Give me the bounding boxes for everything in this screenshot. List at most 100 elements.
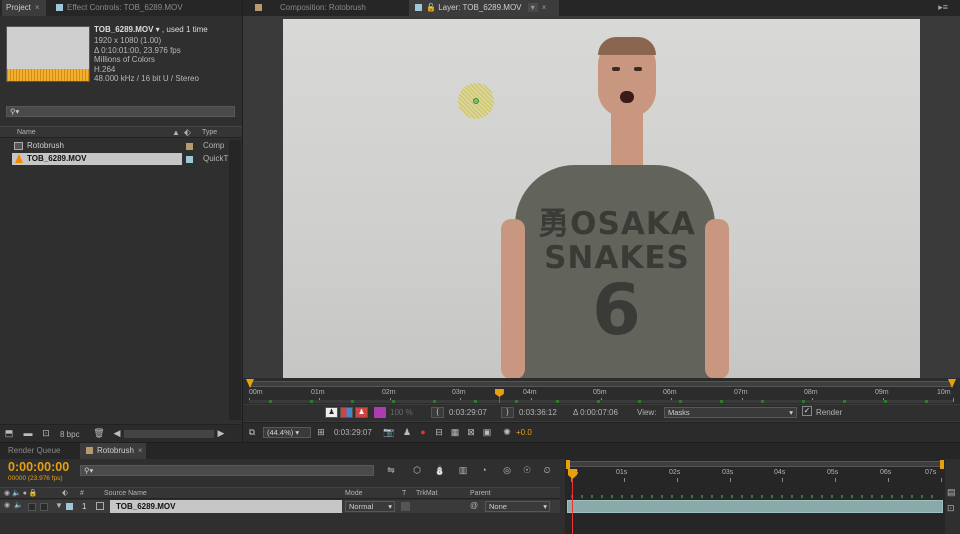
label-tag-icon[interactable]: ⬖ <box>62 488 68 497</box>
solo-toggle[interactable] <box>28 503 36 511</box>
pickwhip-icon[interactable]: @ <box>470 501 478 510</box>
tab-effect-controls[interactable]: Effect Controls: TOB_6289.MOV <box>50 0 230 16</box>
sort-icon[interactable]: ▲ <box>172 128 180 137</box>
resolution-icon[interactable]: ⊟ <box>433 427 445 438</box>
column-t: T <box>402 490 407 497</box>
stopwatch-icon[interactable]: ⏲ <box>540 465 554 476</box>
project-item-rotobrush[interactable]: Rotobrush Comp ⛬ <box>0 140 242 152</box>
in-point-time[interactable]: 0:03:29:07 <box>449 408 487 417</box>
trash-icon[interactable]: 🗑 <box>93 428 105 439</box>
horizontal-scrollbar[interactable] <box>124 430 214 438</box>
overlay-color-swatch[interactable] <box>374 407 386 418</box>
preserve-transparency-toggle[interactable] <box>401 502 410 511</box>
lock-icon[interactable]: 🔓 <box>426 3 436 12</box>
layer-name[interactable]: TOB_6289.MOV <box>110 500 342 513</box>
column-name[interactable]: Name <box>17 129 36 136</box>
safe-zones-icon[interactable]: ⊞ <box>315 427 327 438</box>
close-icon[interactable]: × <box>542 3 547 12</box>
av-features-icons: ◉ 🔈 ● 🔒 <box>4 490 38 497</box>
out-point-time[interactable]: 0:03:36:12 <box>519 408 557 417</box>
audio-speaker-icon[interactable]: 🔈 <box>14 501 23 509</box>
column-source-name[interactable]: Source Name <box>104 490 147 497</box>
tab-layer-tob-6289[interactable]: 🔓 Layer: TOB_6289.MOV ▾ × <box>409 0 559 16</box>
zoom-select[interactable]: (44.4%) ▾ <box>263 427 311 438</box>
layer-duration-bar[interactable] <box>567 500 943 513</box>
toggle-mask-icon[interactable]: ▣ <box>481 427 493 438</box>
show-snapshot-icon[interactable]: ♟ <box>401 427 413 438</box>
alpha-boundary-icon[interactable] <box>340 407 353 418</box>
tab-project[interactable]: Project × <box>2 0 46 16</box>
tab-rotobrush[interactable]: Rotobrush × <box>80 443 146 459</box>
layer-row[interactable]: ◉ 🔈 ▼ 1 TOB_6289.MOV Normal ▾ @ None ▾ <box>0 500 560 513</box>
brainstorm-icon[interactable]: ☉ <box>520 465 534 476</box>
ruler-tick-label: 04s <box>774 469 786 476</box>
label-color-swatch <box>255 4 262 11</box>
project-search-input[interactable]: ⚲▾ <box>6 106 235 117</box>
panel-menu-icon[interactable]: ▸≡ <box>938 2 948 13</box>
view-select[interactable]: Masks ▾ <box>664 407 797 418</box>
new-composition-icon[interactable]: ⊡ <box>40 428 52 439</box>
exposure-icon[interactable]: ✺ <box>501 427 513 438</box>
column-parent[interactable]: Parent <box>470 490 491 497</box>
video-eye-icon[interactable]: ◉ <box>4 501 10 509</box>
tab-composition-rotobrush[interactable]: Composition: Rotobrush <box>249 0 399 16</box>
expand-triangle-icon[interactable]: ▼ <box>55 501 63 510</box>
current-time[interactable]: 0:03:29:07 <box>334 428 372 437</box>
timeline-timecode[interactable]: 0:00:00:00 <box>8 460 69 474</box>
layer-time-ruler[interactable]: 00m 01m 02m 03m 04m 05m 06m 07m 08m 09m 10m <box>243 378 960 404</box>
label-color-swatch[interactable] <box>66 503 73 510</box>
always-preview-icon[interactable]: ⧉ <box>246 427 258 438</box>
comp-work-area-bar[interactable] <box>566 460 944 469</box>
current-time-indicator[interactable] <box>494 389 504 403</box>
motion-blur-icon[interactable]: ◔ <box>477 465 491 476</box>
set-in-point-icon[interactable]: { <box>431 407 444 418</box>
dropdown-icon[interactable]: ▾ <box>156 25 160 34</box>
info-resolution: 1920 x 1080 (1.00) <box>94 36 162 45</box>
hide-shy-layers-icon[interactable]: ⛄ <box>433 465 447 476</box>
set-out-point-icon[interactable]: } <box>501 407 514 418</box>
chevron-down-icon[interactable]: ▾ <box>527 3 538 12</box>
project-item-tob-6289[interactable]: TOB_6289.MOV QuickT <box>0 153 242 165</box>
column-trkmat[interactable]: TrkMat <box>416 490 438 497</box>
close-icon[interactable]: × <box>138 446 143 455</box>
mode-select[interactable]: Normal ▾ <box>345 501 395 512</box>
comp-panel-button-icon[interactable]: ▤ <box>947 487 956 498</box>
channel-rgb-icon[interactable]: ● <box>417 427 429 438</box>
bit-depth-button[interactable]: 8 bpc <box>60 430 80 439</box>
label-tag-icon[interactable]: ⬖ <box>184 127 191 138</box>
tab-render-queue[interactable]: Render Queue <box>4 443 78 459</box>
ruler-tick-mark <box>835 478 836 482</box>
item-name: TOB_6289.MOV <box>27 154 87 163</box>
draft-3d-icon[interactable]: ⬡ <box>410 465 424 476</box>
onion-skin-icon[interactable]: ♟ <box>325 407 338 418</box>
column-mode[interactable]: Mode <box>345 490 363 497</box>
overlay-opacity[interactable]: 100 % <box>390 408 413 417</box>
transparency-grid-icon[interactable]: ▦ <box>449 427 461 438</box>
ruler-tick-mark <box>953 398 954 402</box>
comp-mini-flowchart-icon[interactable]: ⇋ <box>384 465 398 476</box>
render-checkbox[interactable]: ✓ <box>802 406 812 416</box>
ruler-tick-label: 03m <box>452 389 466 396</box>
interpret-footage-icon[interactable]: ⬒ <box>3 428 15 439</box>
column-type[interactable]: Type <box>202 129 217 136</box>
work-area-bar[interactable] <box>246 379 956 388</box>
new-folder-icon[interactable]: ▬ <box>22 428 34 439</box>
close-icon[interactable]: × <box>35 3 40 12</box>
snapshot-icon[interactable]: 📷 <box>383 427 395 438</box>
column-number: # <box>80 490 84 497</box>
alpha-overlay-icon[interactable]: ♟ <box>355 407 368 418</box>
label-color-swatch <box>186 143 193 150</box>
project-scrollbar[interactable] <box>229 140 241 420</box>
lock-toggle[interactable] <box>40 503 48 511</box>
scroll-left-icon[interactable]: ◀ <box>112 428 122 439</box>
scroll-right-icon[interactable]: ▶ <box>216 428 226 439</box>
region-of-interest-icon[interactable]: ⊠ <box>465 427 477 438</box>
comp-button-icon[interactable]: ⊡ <box>947 503 955 514</box>
timeline-graph-area[interactable]: 0s01s02s03s04s05s06s07s <box>565 459 945 534</box>
exposure-value[interactable]: +0.0 <box>516 428 532 437</box>
video-frame[interactable]: 勇OSAKA SNAKES 6 <box>283 19 920 378</box>
graph-editor-icon[interactable]: ◎ <box>500 465 514 476</box>
timeline-search-input[interactable]: ⚲▾ <box>80 465 374 476</box>
frame-blending-icon[interactable]: ▥ <box>456 465 470 476</box>
parent-select[interactable]: None ▾ <box>485 501 550 512</box>
